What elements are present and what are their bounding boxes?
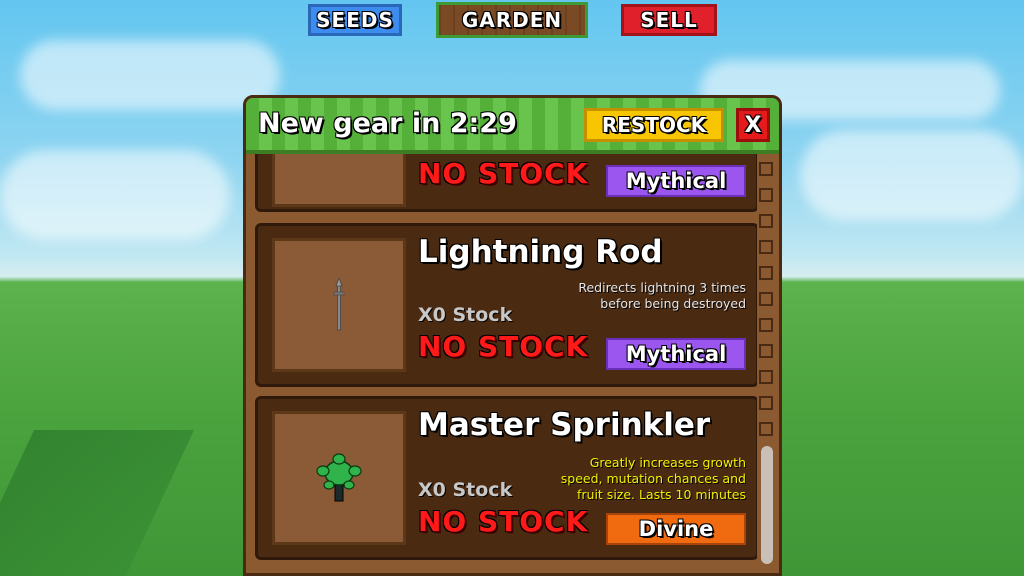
cloud (0, 150, 230, 240)
scrollbar-thumb[interactable] (761, 446, 773, 564)
rail-block (759, 318, 773, 332)
sprinkler-icon (272, 411, 406, 545)
no-stock-label: NO STOCK (418, 330, 589, 363)
close-button[interactable]: X (736, 108, 770, 142)
ground-shadow (0, 430, 195, 576)
rail-block (759, 188, 773, 202)
hidden-item-icon (272, 154, 406, 207)
item-name: Lightning Rod (418, 234, 663, 270)
rail-block (759, 240, 773, 254)
lightning-rod-icon (333, 278, 345, 331)
seeds-button[interactable]: SEEDS (308, 4, 402, 36)
rarity-badge: Mythical (606, 165, 746, 197)
rarity-badge: Mythical (606, 338, 746, 370)
panel-header: New gear in 2:29 RESTOCK X (246, 98, 779, 154)
rail-block (759, 370, 773, 384)
garden-button[interactable]: GARDEN (436, 2, 588, 38)
rail-block (759, 162, 773, 176)
rail-block (759, 344, 773, 358)
scrollbar[interactable] (759, 158, 777, 573)
stock-count: X0 Stock (418, 304, 513, 326)
item-description: Redirects lightning 3 times before being… (578, 280, 746, 311)
cloud (800, 130, 1024, 220)
gear-shop-panel: New gear in 2:29 RESTOCK X NO STOCK Myth… (243, 95, 782, 576)
gear-item[interactable]: NO STOCK Mythical (255, 154, 757, 212)
gear-item-master-sprinkler[interactable]: Master Sprinkler Greatly increases growt… (255, 396, 757, 560)
restock-timer-title: New gear in 2:29 (258, 108, 517, 139)
no-stock-label: NO STOCK (418, 157, 589, 190)
rail-block (759, 266, 773, 280)
rarity-badge: Divine (606, 513, 746, 545)
item-description: Greatly increases growth speed, mutation… (560, 455, 746, 502)
no-stock-label: NO STOCK (418, 505, 589, 538)
sell-button[interactable]: SELL (621, 4, 717, 36)
gear-item-lightning-rod[interactable]: Lightning Rod Redirects lightning 3 time… (255, 223, 757, 387)
item-name: Master Sprinkler (418, 407, 711, 443)
rail-block (759, 396, 773, 410)
lightning-rod-icon (272, 238, 406, 372)
stock-count: X0 Stock (418, 479, 513, 501)
rail-block (759, 214, 773, 228)
rail-block (759, 292, 773, 306)
restock-button[interactable]: RESTOCK (584, 108, 724, 142)
cloud (20, 40, 280, 110)
sprinkler-icon (316, 453, 362, 502)
gear-list[interactable]: NO STOCK Mythical Lightning Rod Redirect… (246, 154, 757, 573)
rail-block (759, 422, 773, 436)
